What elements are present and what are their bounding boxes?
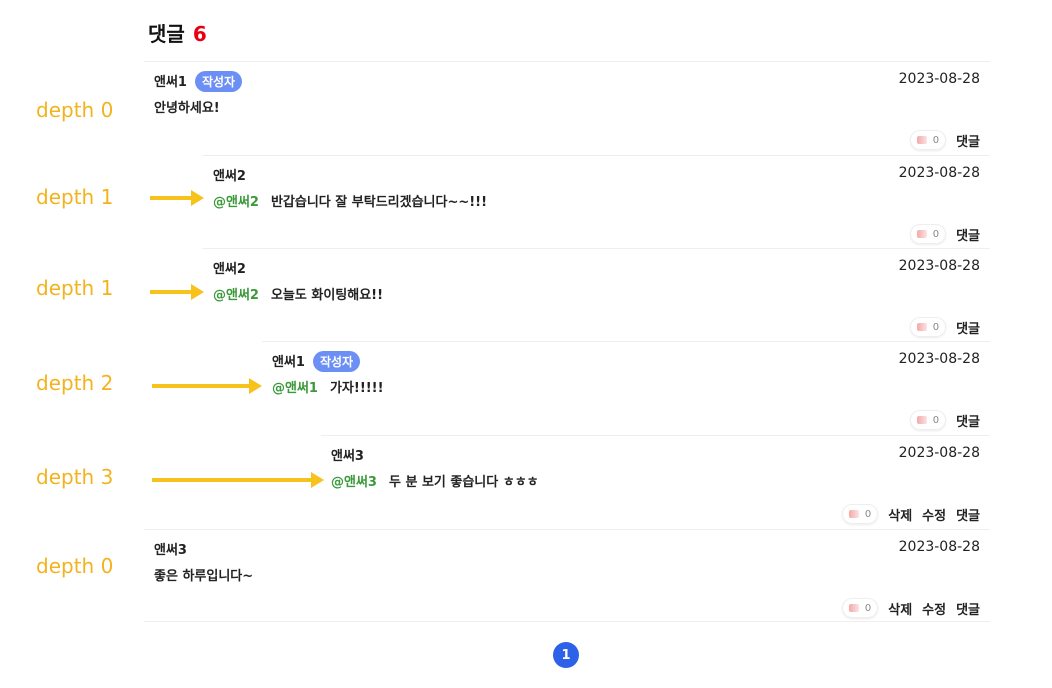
comment-item: 앤써1 작성자 2023-08-28 안녕하세요! 0 댓글 [144, 61, 990, 154]
edit-button[interactable]: 수정 [922, 505, 946, 524]
depth-arrow [152, 378, 262, 394]
author-name: 앤써1 [272, 355, 305, 370]
mention-link[interactable]: @앤써2 [213, 288, 259, 303]
comment-author: 앤써1 작성자 [154, 71, 243, 92]
depth-arrow [152, 472, 324, 488]
comment-item: 앤써2 2023-08-28 @앤써2 반갑습니다 잘 부탁드리겠습니다~~!!!… [203, 155, 990, 248]
page-button-1[interactable]: 1 [553, 642, 579, 668]
comment-date: 2023-08-28 [898, 539, 980, 555]
comments-title: 댓글 [148, 22, 185, 46]
like-button[interactable]: 0 [909, 317, 947, 337]
author-name: 앤써3 [154, 543, 187, 558]
depth-arrow [150, 190, 204, 206]
heart-icon [916, 230, 927, 238]
reply-button[interactable]: 댓글 [956, 505, 980, 524]
depth-label: depth 0 [36, 98, 114, 122]
author-badge: 작성자 [194, 71, 243, 92]
heart-icon [916, 416, 927, 424]
author-name: 앤써1 [154, 75, 187, 90]
depth-label: depth 0 [36, 554, 114, 578]
like-count: 0 [864, 508, 872, 520]
comment-date: 2023-08-28 [898, 258, 980, 274]
comment-text: @앤써2 오늘도 화이팅해요!! [213, 284, 383, 303]
like-button[interactable]: 0 [841, 504, 879, 524]
depth-label: depth 1 [36, 276, 114, 300]
comment-date: 2023-08-28 [898, 165, 980, 181]
comment-author: 앤써2 [213, 258, 246, 277]
depth-label: depth 2 [36, 371, 114, 395]
reply-button[interactable]: 댓글 [956, 225, 980, 244]
like-count: 0 [932, 228, 940, 240]
author-badge: 작성자 [312, 351, 361, 372]
delete-button[interactable]: 삭제 [888, 505, 912, 524]
author-name: 앤써3 [331, 449, 364, 464]
comment-text: @앤써3 두 분 보기 좋습니다 ㅎㅎㅎ [331, 471, 539, 490]
comment-actions: 0 댓글 [909, 224, 980, 244]
reply-button[interactable]: 댓글 [956, 131, 980, 150]
comment-actions: 0 댓글 [909, 317, 980, 337]
comment-text: 안녕하세요! [154, 101, 220, 116]
comment-actions: 0 댓글 [909, 410, 980, 430]
mention-link[interactable]: @앤써2 [213, 195, 259, 210]
heart-icon [848, 510, 859, 518]
reply-button[interactable]: 댓글 [956, 318, 980, 337]
comment-date: 2023-08-28 [898, 351, 980, 367]
comment-date: 2023-08-28 [898, 445, 980, 461]
like-button[interactable]: 0 [909, 224, 947, 244]
comment-author: 앤써3 [331, 445, 364, 464]
depth-label: depth 3 [36, 465, 114, 489]
depth-label: depth 1 [36, 185, 114, 209]
author-name: 앤써2 [213, 262, 246, 277]
comment-actions: 0 삭제 수정 댓글 [841, 598, 980, 618]
pagination: 1 [553, 642, 579, 668]
comment-author: 앤써3 [154, 539, 187, 558]
mention-link[interactable]: @앤써1 [272, 381, 318, 396]
like-count: 0 [932, 414, 940, 426]
comment-body: 오늘도 화이팅해요!! [270, 288, 384, 303]
comment-actions: 0 삭제 수정 댓글 [841, 504, 980, 524]
comment-text: @앤써1 가자!!!!! [272, 377, 384, 396]
comment-author: 앤써2 [213, 165, 246, 184]
like-count: 0 [932, 134, 940, 146]
heart-icon [916, 323, 927, 331]
comment-text: 좋은 하루입니다~ [154, 569, 254, 584]
comment-actions: 0 댓글 [909, 130, 980, 150]
like-count: 0 [864, 602, 872, 614]
mention-link[interactable]: @앤써3 [331, 475, 377, 490]
heart-icon [916, 136, 927, 144]
comment-item: 앤써2 2023-08-28 @앤써2 오늘도 화이팅해요!! 0 댓글 [203, 248, 990, 341]
reply-button[interactable]: 댓글 [956, 599, 980, 618]
like-button[interactable]: 0 [909, 130, 947, 150]
reply-button[interactable]: 댓글 [956, 411, 980, 430]
comment-item: 앤써1 작성자 2023-08-28 @앤써1 가자!!!!! 0 댓글 [262, 341, 990, 434]
depth-arrow [150, 284, 204, 300]
comment-count: 6 [192, 22, 207, 46]
comment-body: 가자!!!!! [329, 381, 384, 396]
comment-item: 앤써3 2023-08-28 좋은 하루입니다~ 0 삭제 수정 댓글 [144, 529, 990, 622]
comment-body: 두 분 보기 좋습니다 ㅎㅎㅎ [388, 475, 539, 490]
comment-body: 반갑습니다 잘 부탁드리겠습니다~~!!! [270, 195, 488, 210]
comment-author: 앤써1 작성자 [272, 351, 361, 372]
comment-item: 앤써3 2023-08-28 @앤써3 두 분 보기 좋습니다 ㅎㅎㅎ 0 삭제 … [321, 435, 990, 528]
delete-button[interactable]: 삭제 [888, 599, 912, 618]
comment-date: 2023-08-28 [898, 71, 980, 87]
like-button[interactable]: 0 [841, 598, 879, 618]
like-button[interactable]: 0 [909, 410, 947, 430]
comments-header: 댓글 6 [148, 18, 207, 47]
author-name: 앤써2 [213, 169, 246, 184]
comment-text: @앤써2 반갑습니다 잘 부탁드리겠습니다~~!!! [213, 191, 487, 210]
heart-icon [848, 604, 859, 612]
edit-button[interactable]: 수정 [922, 599, 946, 618]
like-count: 0 [932, 321, 940, 333]
